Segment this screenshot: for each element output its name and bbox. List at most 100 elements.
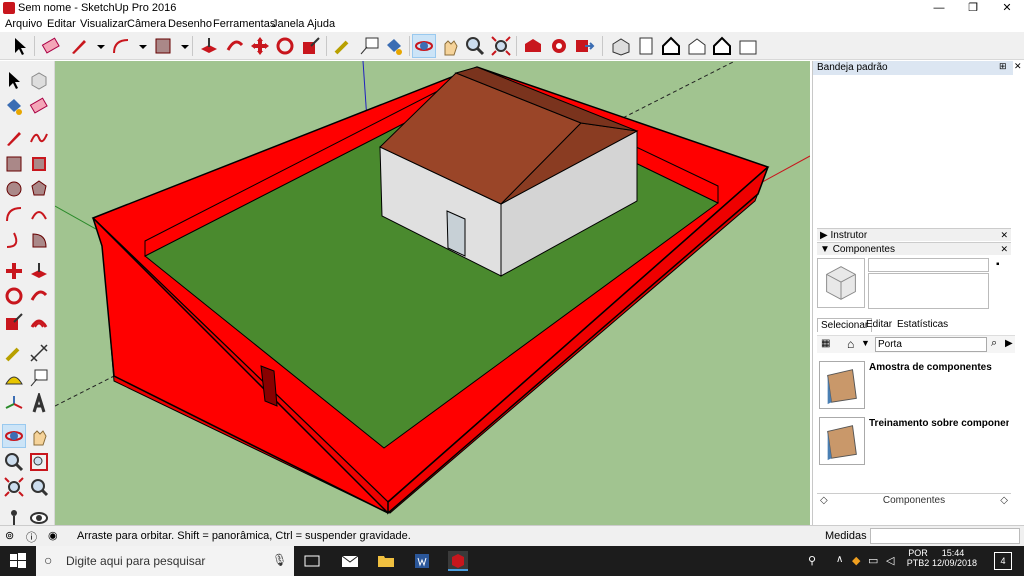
orbit-tool-icon[interactable] (412, 34, 436, 58)
two-point-arc-icon[interactable] (28, 203, 50, 225)
pan-tool-icon[interactable] (439, 35, 461, 57)
components-close-icon[interactable]: ✕ (1000, 243, 1008, 256)
component-name-field[interactable] (868, 258, 989, 272)
previous-view-icon[interactable] (28, 476, 50, 498)
back-view-icon[interactable] (711, 35, 733, 57)
push-pull-icon[interactable] (28, 260, 50, 282)
zoom-window-icon[interactable] (28, 451, 50, 473)
tab-editar[interactable]: Editar (863, 318, 895, 332)
3d-warehouse-icon[interactable] (522, 35, 544, 57)
menu-editar[interactable]: Editar (47, 18, 76, 30)
volume-icon[interactable]: ◁ (886, 554, 894, 567)
people-icon[interactable]: ⚲ (808, 554, 816, 567)
view-options-icon[interactable]: ▦ (821, 338, 830, 349)
taskbar-clock[interactable]: 15:44 12/09/2018 (932, 548, 977, 568)
forward-arrow-icon[interactable]: ◇ (1000, 494, 1008, 508)
paint-bucket-icon[interactable] (3, 95, 25, 117)
instructor-panel-header[interactable]: ▶ Instrutor ✕ (817, 228, 1011, 241)
navigation-dropdown-icon[interactable]: ▼ (861, 338, 870, 348)
menu-desenho[interactable]: Desenho (168, 18, 212, 30)
microphone-icon[interactable]: 🎙 (272, 553, 287, 567)
follow-me-icon[interactable] (28, 285, 50, 307)
menu-visualizar[interactable]: Visualizar (80, 18, 128, 30)
sketchup-tray-icon[interactable]: ◆ (852, 554, 860, 567)
3d-text-icon[interactable] (28, 390, 50, 415)
menu-ajuda[interactable]: Ajuda (307, 18, 335, 30)
input-language[interactable]: POR PTB2 (904, 548, 932, 568)
pencil-tool-icon[interactable] (68, 35, 90, 57)
top-view-icon[interactable] (635, 35, 657, 57)
left-view-icon[interactable] (737, 35, 759, 57)
eraser-tool-icon[interactable] (40, 35, 62, 57)
polygon-tool-icon[interactable] (28, 178, 50, 200)
scale-tool-icon[interactable] (300, 35, 322, 57)
taskbar-search[interactable]: ○ Digite aqui para pesquisar 🎙 (36, 546, 294, 576)
pie-tool-icon[interactable] (28, 229, 50, 251)
arc-tool-icon[interactable] (110, 35, 132, 57)
orbit-tool-icon[interactable] (2, 424, 26, 448)
notifications-icon[interactable]: 4 (994, 552, 1012, 570)
right-view-icon[interactable] (686, 35, 708, 57)
sketchup-taskbar-icon[interactable] (448, 551, 468, 571)
protractor-icon[interactable] (3, 367, 25, 389)
tray-close-icon[interactable]: ✕ (1014, 61, 1022, 72)
rectangle-tool-icon[interactable] (3, 153, 25, 175)
mail-icon[interactable] (340, 551, 360, 571)
close-button[interactable]: ✕ (990, 0, 1024, 17)
geo-location-icon[interactable]: ⊚ (5, 529, 14, 542)
move-tool-icon[interactable] (3, 260, 25, 282)
paint-bucket-tool-icon[interactable] (383, 35, 405, 57)
minimize-button[interactable]: — (922, 0, 956, 17)
pan-tool-icon[interactable] (28, 425, 50, 447)
zoom-tool-icon[interactable] (464, 35, 486, 57)
home-icon[interactable]: ⌂ (847, 337, 854, 351)
make-component-icon[interactable] (28, 69, 50, 91)
word-icon[interactable] (412, 551, 432, 571)
rotate-tool-icon[interactable] (274, 35, 296, 57)
push-pull-tool-icon[interactable] (198, 35, 220, 57)
menu-arquivo[interactable]: Arquivo (5, 18, 42, 30)
eraser-icon[interactable] (28, 95, 50, 117)
instructor-close-icon[interactable]: ✕ (1000, 229, 1008, 242)
tape-measure-icon[interactable] (3, 342, 25, 364)
front-view-icon[interactable] (660, 35, 682, 57)
follow-me-tool-icon[interactable] (224, 35, 246, 57)
tray-expand-icon[interactable]: ∧ (836, 554, 843, 565)
windows-start-icon[interactable] (8, 551, 28, 571)
arc-tool-icon[interactable] (3, 203, 25, 225)
circle-tool-icon[interactable] (3, 178, 25, 200)
zoom-extents-icon[interactable] (3, 476, 25, 498)
dimension-tool-icon[interactable] (28, 342, 50, 364)
details-icon[interactable]: ▪ (996, 259, 1000, 270)
shape-dropdown-icon[interactable] (174, 35, 189, 57)
sketchup-model-scene[interactable] (55, 61, 810, 525)
line-tool-icon[interactable] (3, 127, 25, 149)
scale-tool-icon[interactable] (3, 311, 25, 333)
move-tool-icon[interactable] (249, 35, 271, 57)
pencil-dropdown-icon[interactable] (90, 35, 105, 57)
iso-view-icon[interactable] (610, 35, 632, 57)
component-search-input[interactable] (875, 337, 987, 352)
select-tool-icon[interactable] (9, 35, 31, 57)
menu-camera[interactable]: Câmera (127, 18, 166, 30)
search-icon[interactable]: ⌕ (991, 337, 997, 350)
menu-ferramentas[interactable]: Ferramentas (213, 18, 275, 30)
tab-estatisticas[interactable]: Estatísticas (894, 318, 951, 332)
text-tool-icon[interactable] (358, 35, 380, 57)
battery-icon[interactable]: ▭ (868, 554, 878, 567)
rotated-rectangle-icon[interactable] (28, 153, 50, 175)
zoom-extents-tool-icon[interactable] (490, 35, 512, 57)
send-to-layout-icon[interactable] (573, 35, 595, 57)
three-point-arc-icon[interactable] (3, 229, 25, 251)
details-arrow-icon[interactable]: ▶ (1005, 338, 1013, 349)
maximize-button[interactable]: ❐ (956, 0, 990, 17)
rotate-tool-icon[interactable] (3, 285, 25, 307)
zoom-tool-icon[interactable] (3, 451, 25, 473)
menu-janela[interactable]: Janela (272, 18, 304, 30)
components-panel-header[interactable]: ▼ Componentes ✕ (817, 242, 1011, 255)
component-item-sample[interactable]: Amostra de componentes (817, 359, 1013, 411)
select-tool-icon[interactable] (3, 69, 25, 91)
3d-viewport[interactable] (55, 61, 810, 525)
text-tool-icon[interactable] (28, 367, 50, 389)
arc-dropdown-icon[interactable] (132, 35, 147, 57)
